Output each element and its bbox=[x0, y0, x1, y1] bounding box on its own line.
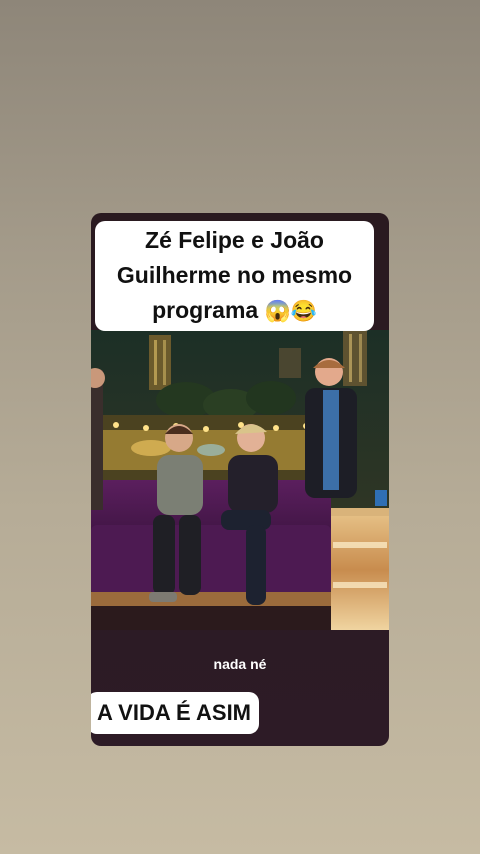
title-caption-line-3-text: programa bbox=[152, 297, 259, 323]
video-subtitle: nada né bbox=[213, 656, 267, 672]
video-frame[interactable] bbox=[91, 330, 389, 630]
story-card: Zé Felipe e João Guilherme no mesmo prog… bbox=[91, 213, 389, 746]
title-caption-line-3: programa 😱😂 bbox=[95, 293, 374, 329]
title-caption-line-1: Zé Felipe e João bbox=[145, 227, 324, 253]
bottom-caption: A VIDA É ASIM bbox=[91, 692, 260, 734]
scream-laugh-emoji-icon: 😱😂 bbox=[264, 300, 317, 323]
title-caption-line-2: Guilherme no mesmo bbox=[116, 262, 353, 288]
title-caption: Zé Felipe e João Guilherme no mesmo prog… bbox=[95, 221, 374, 331]
